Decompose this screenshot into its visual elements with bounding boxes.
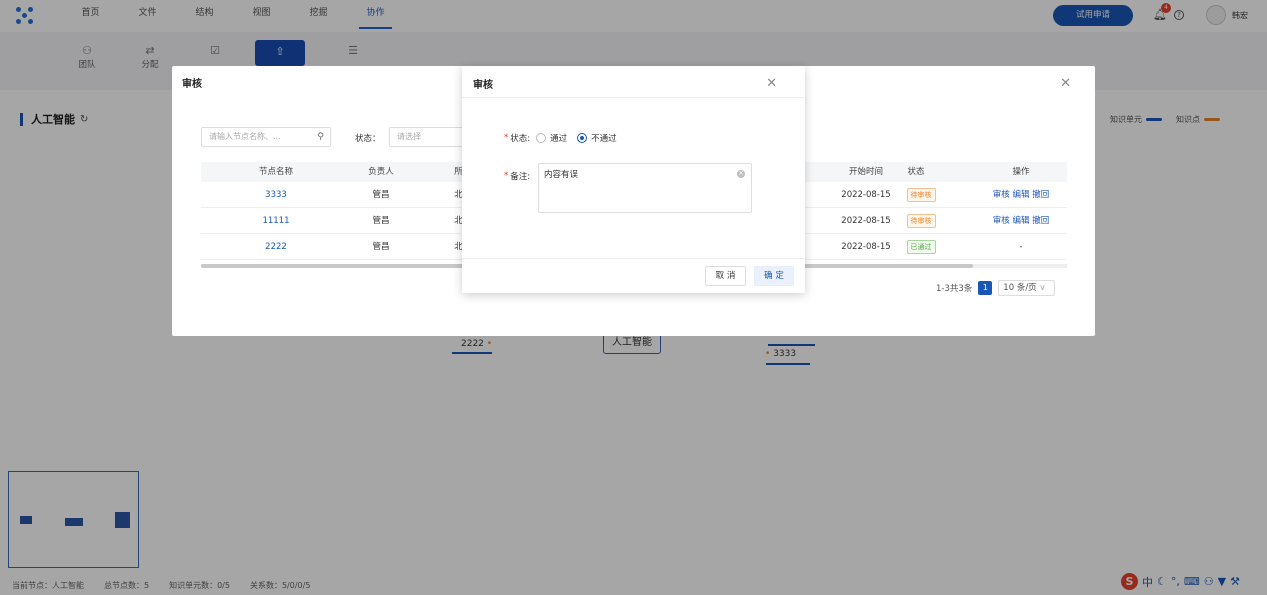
column-header: 操作: [1012, 167, 1030, 177]
status-filter-label: 状态：: [355, 134, 381, 144]
actions-cell: -: [976, 234, 1066, 260]
start-time: 2022-08-15: [841, 216, 891, 226]
actions-cell: 审核 编辑 撤回: [976, 182, 1066, 208]
status-row: * 状态: 通过 不通过: [504, 132, 617, 144]
start-time: 2022-08-15: [841, 242, 891, 252]
remark-row: * 备注:: [504, 170, 530, 182]
page-button[interactable]: 1: [978, 281, 993, 295]
dialog-title: 审核: [473, 80, 493, 91]
no-action: -: [1019, 242, 1023, 252]
status-badge: 待审核: [906, 214, 936, 228]
page-size-select[interactable]: 10 条/页 ∨: [998, 280, 1056, 296]
edit-action[interactable]: 编辑: [1012, 190, 1029, 200]
withdraw-action[interactable]: 撤回: [1032, 190, 1049, 200]
status-cell: 待审核: [901, 182, 941, 208]
radio-pass-label[interactable]: 通过: [550, 132, 567, 144]
radio-reject[interactable]: [577, 133, 588, 143]
review-action[interactable]: 审核: [993, 190, 1010, 200]
approve-dialog: 审核 ✕ * 状态: 通过 不通过 * 备注: 内容有误 ✕ 取 消 确 定: [462, 66, 805, 293]
status-cell: 待审核: [901, 208, 941, 234]
cancel-button[interactable]: 取 消: [705, 266, 746, 286]
status-cell: 已通过: [901, 234, 941, 260]
divider: [462, 258, 805, 259]
close-icon[interactable]: ✕: [1060, 76, 1071, 91]
column-header: 负责人: [368, 167, 394, 177]
divider: [462, 97, 805, 98]
node-name-link[interactable]: 11111: [231, 208, 321, 234]
node-name-link[interactable]: 2222: [231, 234, 321, 260]
owner: 管昌: [372, 190, 390, 200]
withdraw-action[interactable]: 撤回: [1032, 216, 1049, 226]
column-header: 状态: [907, 167, 925, 177]
status-label: 状态:: [510, 134, 531, 144]
owner: 管昌: [372, 216, 390, 226]
dialog-title: 审核: [182, 79, 202, 90]
column-header: 节点名称: [258, 167, 293, 177]
required-mark: *: [504, 133, 509, 143]
review-action[interactable]: 审核: [993, 216, 1010, 226]
required-mark: *: [504, 171, 509, 181]
chevron-down-icon: ∨: [1039, 283, 1046, 293]
confirm-button[interactable]: 确 定: [754, 266, 794, 286]
pagination: 1-3共3条 1 10 条/页 ∨: [936, 280, 1056, 296]
close-icon[interactable]: ✕: [766, 76, 777, 91]
edit-action[interactable]: 编辑: [1012, 216, 1029, 226]
clear-icon[interactable]: ✕: [737, 170, 745, 178]
node-search-input[interactable]: 请输入节点名称、... ⚲: [201, 127, 331, 147]
start-time: 2022-08-15: [841, 190, 891, 200]
column-header: 开始时间: [848, 167, 883, 177]
pagination-summary: 1-3共3条: [936, 284, 973, 294]
remark-textarea[interactable]: 内容有误 ✕: [538, 163, 752, 213]
remark-label: 备注:: [510, 172, 531, 182]
actions-cell: 审核 编辑 撤回: [976, 208, 1066, 234]
node-name-link[interactable]: 3333: [231, 182, 321, 208]
status-filter-select[interactable]: 请选择: [389, 127, 464, 147]
radio-reject-label[interactable]: 不通过: [591, 132, 617, 144]
owner: 管昌: [372, 242, 390, 252]
status-badge: 已通过: [906, 240, 936, 254]
status-badge: 待审核: [906, 188, 936, 202]
radio-pass[interactable]: [536, 133, 547, 143]
search-icon[interactable]: ⚲: [317, 128, 324, 146]
